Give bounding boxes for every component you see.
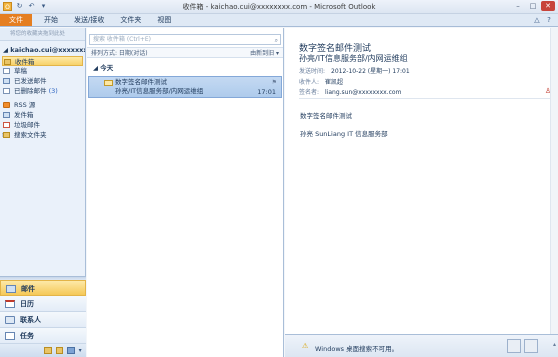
- signed-label: 签名者:: [299, 89, 320, 96]
- notes-icon[interactable]: [44, 347, 52, 354]
- body-line-1: 数字签名邮件测试: [300, 112, 352, 120]
- folder-list-icon[interactable]: [55, 347, 64, 354]
- message-sender: 孙亮/IT信息服务部/内网运维组: [115, 87, 204, 95]
- navigation-pane: 将您的收藏夹拖到此处 ◢ kaichao.cui@xxxxxxxx.co 收件箱…: [0, 28, 86, 357]
- search-placeholder: 搜索 收件箱 (Ctrl+E): [93, 36, 151, 43]
- folder-label: 草稿: [14, 67, 27, 75]
- account-root[interactable]: ◢ kaichao.cui@xxxxxxxx.co: [0, 41, 85, 56]
- folder-label: 已删除邮件: [14, 87, 47, 95]
- reading-sender[interactable]: 孙亮/IT信息服务部/内网运维组: [299, 53, 408, 64]
- group-label: 今天: [100, 64, 114, 72]
- folder-junk[interactable]: 垃圾邮件: [0, 120, 85, 130]
- header-divider: [299, 98, 550, 99]
- envelope-icon: [104, 80, 113, 86]
- search-input[interactable]: 搜索 收件箱 (Ctrl+E) ⌕: [89, 34, 281, 45]
- collapse-group-icon[interactable]: ◢: [93, 64, 98, 72]
- folder-outbox[interactable]: 发件箱: [0, 110, 85, 120]
- outbox-icon: [3, 112, 10, 118]
- nav-shortcut-bar: ▾: [0, 344, 86, 357]
- message-subject: 数字签名邮件测试: [115, 78, 167, 86]
- people-pane: ⚠ Windows 桌面搜索不可用。 ▴: [285, 334, 558, 357]
- calendar-icon: [5, 300, 15, 308]
- maximize-button[interactable]: □: [526, 1, 540, 11]
- to-row: 收件人: 崔凯超: [299, 77, 343, 86]
- inbox-folder-icon: [4, 59, 11, 65]
- folder-search[interactable]: ▷ 搜索文件夹: [0, 130, 85, 140]
- contact-photo-icon[interactable]: [524, 339, 538, 353]
- message-list-pane: 搜索 收件箱 (Ctrl+E) ⌕ 排列方式: 日期(对话) 由新到旧 ▾ ◢ …: [87, 28, 284, 357]
- folder-label: 搜索文件夹: [14, 131, 47, 139]
- folder-drafts[interactable]: 草稿: [0, 66, 85, 76]
- list-item[interactable]: 数字签名邮件测试 孙亮/IT信息服务部/内网运维组 ⚑ 17:01: [88, 76, 282, 98]
- junk-icon: [3, 122, 10, 128]
- flag-icon[interactable]: ⚑: [272, 79, 277, 86]
- sort-order-button[interactable]: 由新到旧 ▾: [250, 48, 279, 57]
- close-button[interactable]: ✕: [541, 1, 555, 11]
- ribbon-right-controls: △ ?: [533, 16, 553, 24]
- tab-view[interactable]: 视图: [149, 14, 179, 26]
- message-time: 17:01: [257, 88, 276, 96]
- configure-buttons-icon[interactable]: ▾: [79, 347, 86, 354]
- module-label: 邮件: [21, 285, 35, 293]
- deleted-items-icon: [3, 88, 10, 94]
- arrange-by-button[interactable]: 排列方式: 日期(对话): [91, 48, 148, 57]
- tab-send-receive[interactable]: 发送/接收: [66, 14, 112, 26]
- folder-label: 已发送邮件: [14, 77, 47, 85]
- to-label: 收件人:: [299, 79, 320, 86]
- unread-count: (3): [48, 87, 58, 95]
- module-label: 日历: [20, 300, 34, 308]
- sent-label: 发送时间:: [299, 68, 326, 75]
- folder-label: 收件箱: [15, 58, 35, 66]
- body-line-2: 孙亮 SunLiang IT 信息服务部: [300, 130, 388, 138]
- contact-photo-icon[interactable]: [507, 339, 521, 353]
- tab-file[interactable]: 文件: [0, 14, 32, 26]
- people-pane-message: Windows 桌面搜索不可用。: [315, 345, 399, 353]
- signed-by-row: 签名者: liang.sun@xxxxxxxx.com: [299, 87, 401, 96]
- rss-icon: [3, 102, 10, 108]
- search-folder-icon: [3, 132, 10, 138]
- drafts-icon: [3, 68, 10, 74]
- folder-label: RSS 源: [14, 101, 36, 109]
- collapse-ribbon-icon[interactable]: △: [533, 16, 541, 24]
- folder-inbox[interactable]: 收件箱: [2, 56, 83, 66]
- title-bar: O ↻ ↶ ▾ 收件箱 - kaichao.cui@xxxxxxxx.com -…: [0, 0, 558, 14]
- reading-pane: 数字签名邮件测试 孙亮/IT信息服务部/内网运维组 发送时间: 2012-10-2…: [285, 28, 558, 357]
- help-icon[interactable]: ?: [545, 16, 553, 24]
- expand-people-pane-icon[interactable]: ▴: [553, 341, 556, 348]
- module-label: 联系人: [20, 316, 41, 324]
- module-switcher: 邮件 日历 联系人 任务 ▾: [0, 276, 86, 357]
- reading-scrollbar[interactable]: [550, 28, 558, 334]
- tasks-icon: [5, 332, 15, 340]
- folder-label: 发件箱: [14, 111, 34, 119]
- account-name: kaichao.cui@xxxxxxxx.co: [10, 46, 85, 54]
- arrange-bar: 排列方式: 日期(对话) 由新到旧 ▾: [87, 47, 283, 58]
- module-contacts[interactable]: 联系人: [0, 312, 86, 328]
- signed-value: liang.sun@xxxxxxxx.com: [325, 89, 402, 96]
- folder-label: 垃圾邮件: [14, 121, 40, 129]
- tab-home[interactable]: 开始: [36, 14, 66, 26]
- folder-sent[interactable]: 已发送邮件: [0, 76, 85, 86]
- group-header-today[interactable]: ◢ 今天: [87, 63, 283, 74]
- sent-items-icon: [3, 78, 10, 84]
- folder-deleted[interactable]: 已删除邮件 (3): [0, 86, 85, 96]
- module-mail[interactable]: 邮件: [0, 280, 86, 296]
- module-tasks[interactable]: 任务: [0, 328, 86, 344]
- window-title: 收件箱 - kaichao.cui@xxxxxxxx.com - Microso…: [182, 3, 376, 11]
- folder-rss[interactable]: RSS 源: [0, 100, 85, 110]
- tab-folder[interactable]: 文件夹: [112, 14, 149, 26]
- ribbon-tabs: 文件 开始 发送/接收 文件夹 视图 △ ?: [0, 14, 558, 27]
- module-label: 任务: [20, 332, 34, 340]
- mail-icon: [6, 285, 16, 293]
- to-value[interactable]: 崔凯超: [325, 79, 343, 86]
- sent-value: 2012-10-22 (星期一) 17:01: [331, 68, 410, 75]
- module-calendar[interactable]: 日历: [0, 296, 86, 312]
- warning-icon: ⚠: [302, 342, 309, 350]
- favorites-drop-area[interactable]: 将您的收藏夹拖到此处: [0, 28, 85, 41]
- contacts-icon: [5, 316, 15, 324]
- window-controls: – □ ✕: [511, 1, 555, 11]
- minimize-button[interactable]: –: [511, 1, 525, 11]
- sent-time-row: 发送时间: 2012-10-22 (星期一) 17:01: [299, 66, 410, 75]
- search-icon[interactable]: ⌕: [275, 36, 278, 45]
- shortcuts-icon[interactable]: [67, 347, 75, 354]
